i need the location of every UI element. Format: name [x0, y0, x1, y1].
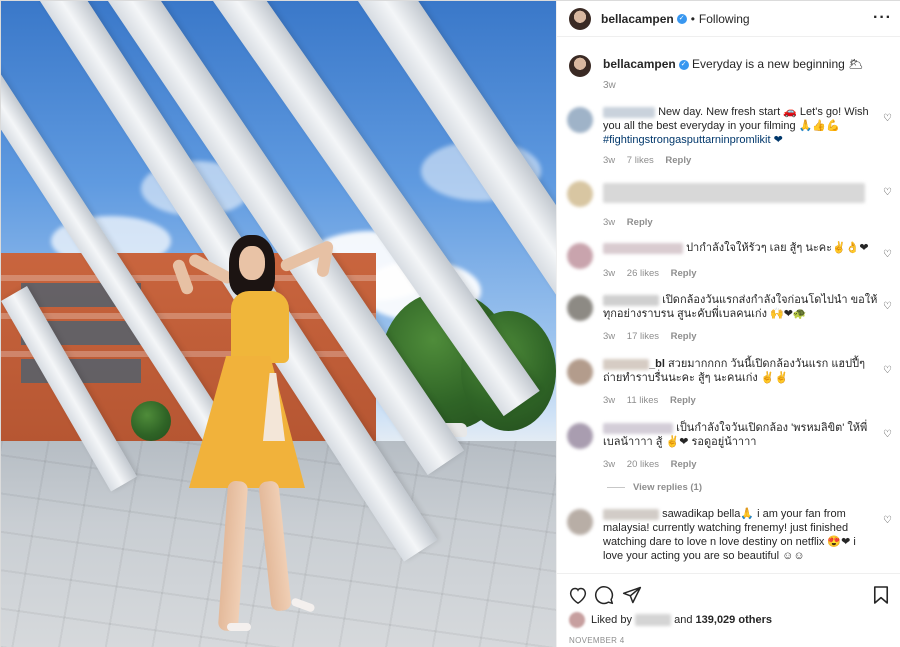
comment-item: New day. New fresh start 🚗 Let's go! Wis… [567, 105, 892, 167]
post-header: bellacampen ✓ • Following ··· [557, 1, 900, 37]
comment-item: sawadikap bella🙏 i am your fan from mala… [567, 507, 892, 569]
commenter-avatar[interactable] [567, 181, 593, 207]
comment-reply-button[interactable]: Reply [665, 155, 691, 166]
view-replies-label: View replies (1) [633, 482, 702, 493]
likes-connector: and [674, 614, 693, 626]
comment-time[interactable]: 3w [603, 268, 615, 279]
commenter-avatar[interactable] [567, 107, 593, 133]
comment-time[interactable]: 3w [603, 331, 615, 342]
comment-item: _bl สวยมากกกก วันนี้เปิดกล้องวันแรก แฮปป… [567, 357, 892, 411]
commenter-username[interactable] [603, 106, 655, 118]
comment-meta: 3w 11 likes Reply [603, 395, 705, 406]
caption-body: Everyday is a new beginning 🌥 [692, 57, 864, 71]
heart-icon[interactable] [567, 584, 589, 606]
comment-item: เป็นกำลังใจวันเปิดกล้อง 'พรหมลิขิต' ให้พ… [567, 421, 892, 493]
comment-time[interactable]: 3w [603, 395, 615, 406]
commenter-username[interactable] [603, 508, 659, 520]
liker-username[interactable] [635, 614, 672, 626]
commenter-avatar[interactable] [567, 295, 593, 321]
caption-time[interactable]: 3w [603, 80, 616, 91]
comment-meta: 3w 20 likes Reply [603, 459, 706, 470]
commenter-username[interactable] [603, 294, 659, 306]
comment-time[interactable]: 3w [603, 155, 615, 166]
comment-item: ปากำลังใจให้รัวๆ เลย สู้ๆ นะคะ✌👌❤ ♡ 3w 2… [567, 241, 892, 287]
comment-like-heart-icon[interactable]: ♡ [883, 515, 892, 526]
bookmark-icon[interactable] [870, 584, 892, 606]
comment-item: ♡ 3w Reply [567, 179, 892, 231]
caption-text: bellacampen ✓ Everyday is a new beginning… [603, 56, 883, 72]
commenter-avatar[interactable] [567, 423, 593, 449]
post-actions-bar: Liked by and 139,029 others NOVEMBER 4 [557, 573, 900, 647]
verified-badge-icon: ✓ [678, 59, 689, 70]
comment-likes[interactable]: 11 likes [627, 395, 659, 406]
comment-likes[interactable]: 17 likes [627, 331, 659, 342]
share-icon[interactable] [621, 584, 643, 606]
comment-like-heart-icon[interactable]: ♡ [883, 187, 892, 198]
comment-likes[interactable]: 20 likes [627, 459, 659, 470]
comment-meta: 3w 26 likes Reply [603, 268, 706, 279]
author-username[interactable]: bellacampen [601, 12, 674, 26]
instagram-post-window: bellacampen ✓ • Following ··· bellacampe… [0, 0, 900, 647]
post-date[interactable]: NOVEMBER 4 [569, 636, 624, 645]
comment-reply-button[interactable]: Reply [627, 217, 653, 228]
comment-like-heart-icon[interactable]: ♡ [883, 249, 892, 260]
author-avatar[interactable] [569, 7, 591, 30]
commenter-username[interactable] [603, 242, 683, 254]
comment-reply-button[interactable]: Reply [671, 459, 697, 470]
comment-reply-button[interactable]: Reply [671, 268, 697, 279]
commenter-avatar[interactable] [567, 509, 593, 535]
commenter-username[interactable] [603, 358, 649, 370]
comment-likes[interactable]: 7 likes [627, 155, 654, 166]
divider-line [607, 486, 625, 488]
model-face [239, 246, 265, 280]
comment-reply-button[interactable]: Reply [670, 395, 696, 406]
blurred-comment-text [603, 183, 865, 203]
view-replies-button[interactable]: View replies (1) [607, 482, 702, 493]
commenter-username-suffix[interactable]: _bl [649, 358, 665, 370]
comment-like-heart-icon[interactable]: ♡ [883, 365, 892, 376]
comment-like-heart-icon[interactable]: ♡ [883, 429, 892, 440]
liked-by-label: Liked by [591, 614, 632, 626]
likes-count[interactable]: 139,029 others [696, 614, 772, 626]
comment-time[interactable]: 3w [603, 459, 615, 470]
comment-meta: 3w 17 likes Reply [603, 331, 706, 342]
comment-text: ปากำลังใจให้รัวๆ เลย สู้ๆ นะคะ✌👌❤ [686, 242, 869, 254]
commenter-avatar[interactable] [567, 359, 593, 385]
following-button[interactable]: Following [699, 12, 750, 26]
caption-avatar[interactable] [569, 55, 591, 77]
comment-meta: 3w 7 likes Reply [603, 155, 700, 166]
post-sidebar: bellacampen ✓ • Following ··· bellacampe… [556, 1, 900, 647]
comment-like-heart-icon[interactable]: ♡ [883, 113, 892, 124]
yellow-dress [231, 291, 289, 363]
separator-dot: • [690, 11, 695, 26]
more-options-icon[interactable]: ··· [873, 9, 892, 27]
comment-like-heart-icon[interactable]: ♡ [883, 301, 892, 312]
comment-hashtag-link[interactable]: #fightingstrongasputtarninpromlikit ❤ [603, 134, 783, 146]
post-photo[interactable] [1, 1, 556, 647]
comment-meta: 3w Reply [603, 217, 662, 228]
caption-username[interactable]: bellacampen [603, 57, 676, 71]
likes-summary: Liked by and 139,029 others [569, 612, 772, 628]
commenter-username[interactable] [603, 422, 673, 434]
comment-item: เปิดกล้องวันแรกส่งกำลังใจก่อนโดไปนำ ขอให… [567, 293, 892, 349]
comment-likes[interactable]: 26 likes [627, 268, 659, 279]
comment-reply-button[interactable]: Reply [671, 331, 697, 342]
verified-badge-icon: ✓ [676, 13, 687, 24]
comment-time[interactable]: 3w [603, 217, 615, 228]
comment-icon[interactable] [593, 584, 615, 606]
commenter-avatar[interactable] [567, 243, 593, 269]
liker-avatar[interactable] [569, 612, 585, 628]
